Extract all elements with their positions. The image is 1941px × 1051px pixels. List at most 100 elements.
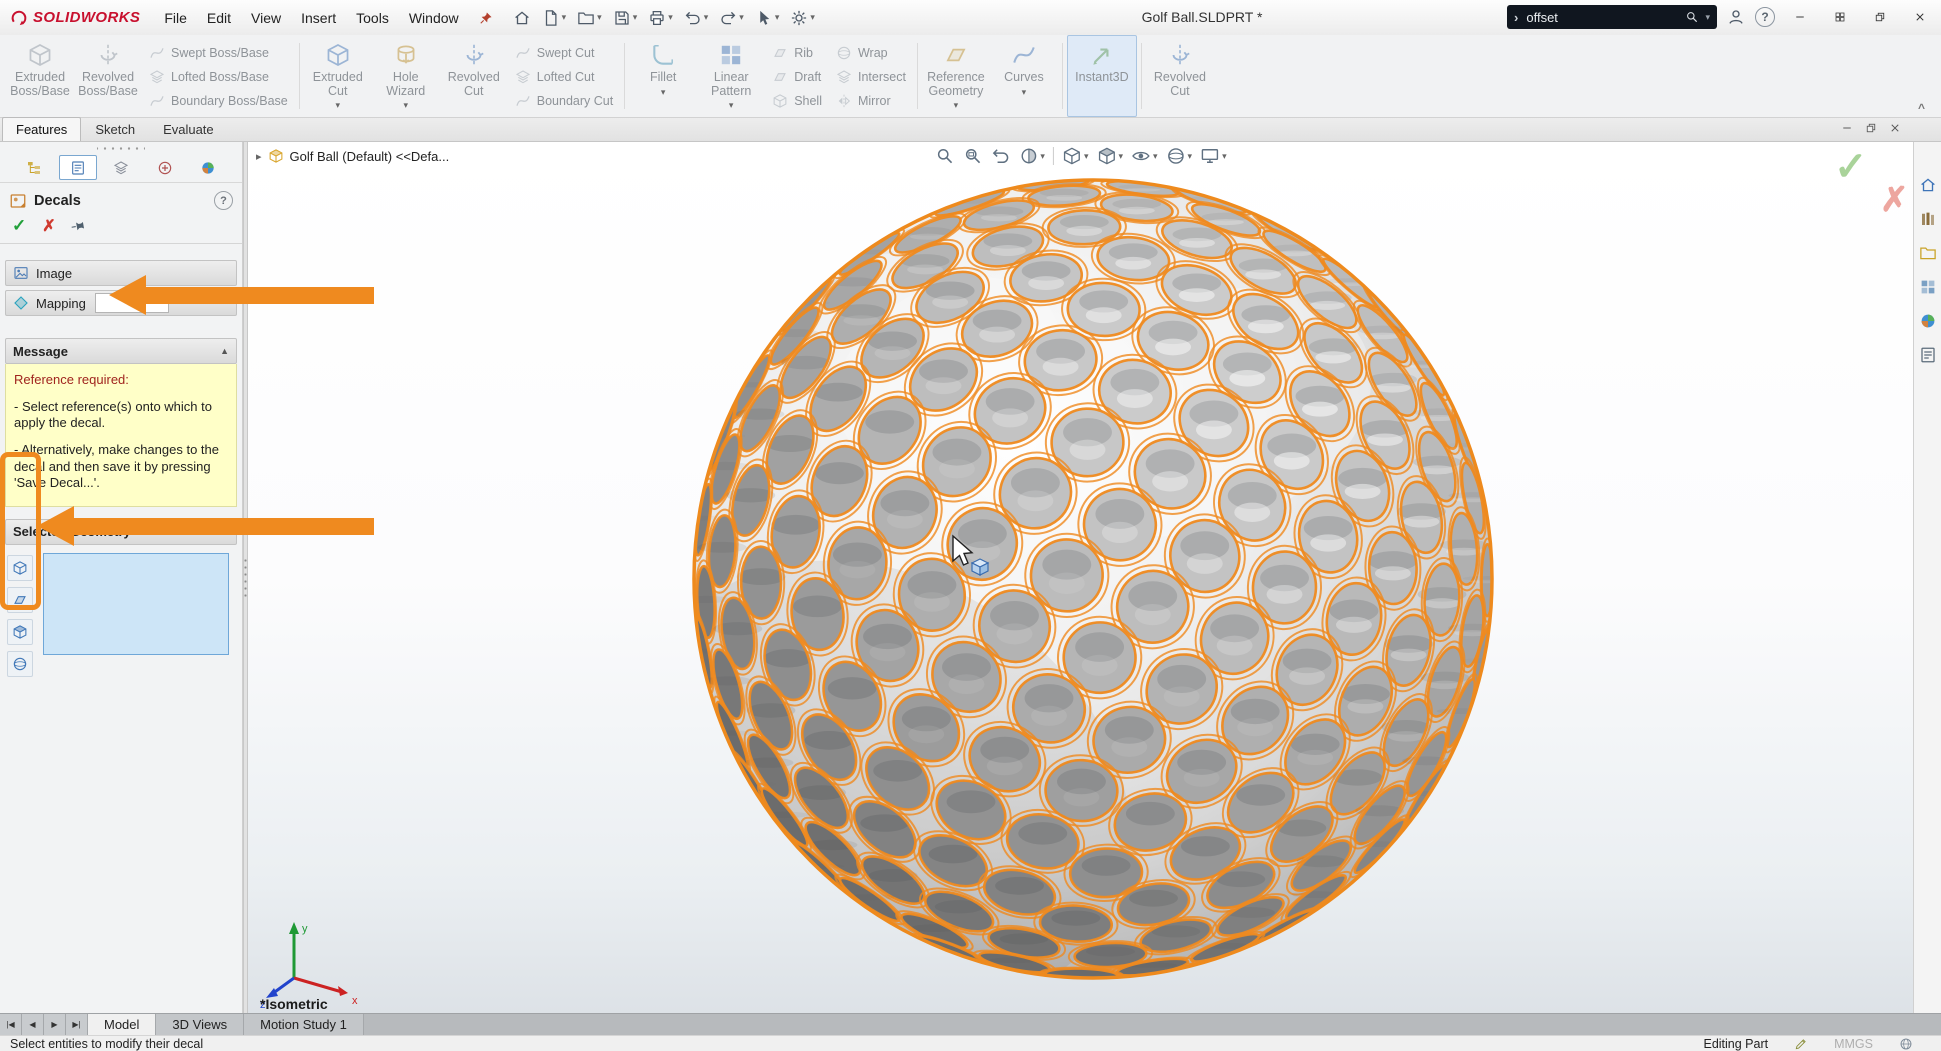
ribbon-button-reference-geometry[interactable]: Reference Geometry ▾ [922,35,990,117]
golf-ball-canvas[interactable] [248,142,1913,1013]
group-message-header[interactable]: Message ▲ [5,338,237,364]
custom-properties-tab[interactable] [1919,346,1937,364]
appearances-tab[interactable] [1919,312,1937,330]
tab-feature-manager[interactable] [15,155,53,180]
tab-sketch[interactable]: Sketch [81,117,149,141]
restore-button[interactable] [1865,6,1895,28]
ribbon-button-linear-pattern[interactable]: Linear Pattern ▾ [697,35,765,117]
doc-minimize-icon[interactable] [1841,122,1853,134]
zoom-to-fit-button[interactable] [934,146,954,166]
tab-3d-views[interactable]: 3D Views [156,1014,244,1035]
view-settings-button[interactable]: ▾ [1200,146,1227,166]
help-button[interactable]: ? [1755,7,1775,27]
minimize-button[interactable] [1785,6,1815,28]
collapse-chevron-icon[interactable]: ▲ [220,346,229,356]
select-bodies-button[interactable] [7,619,33,645]
ribbon-button-revolved-cut-2[interactable]: Revolved Cut [1146,35,1214,117]
cancel-button[interactable]: ✗ [42,216,55,236]
divider-handle[interactable] [244,557,247,597]
search-input[interactable] [1524,9,1679,26]
menu-window[interactable]: Window [399,6,469,30]
tab-evaluate[interactable]: Evaluate [149,117,228,141]
tab-scroll-next-button[interactable]: ▶ [44,1014,66,1035]
save-button[interactable]: ▾ [609,6,642,30]
breadcrumb[interactable]: ▸ Golf Ball (Default) <<Defa... [256,148,449,164]
menu-tools[interactable]: Tools [346,6,399,30]
ribbon-button-revolved-cut[interactable]: Revolved Cut [440,35,508,117]
tab-scroll-last-button[interactable]: ▶| [66,1014,88,1035]
open-button[interactable]: ▾ [573,6,606,30]
menu-view[interactable]: View [241,6,291,30]
ok-button[interactable]: ✓ [12,216,26,236]
ribbon-button-intersect[interactable]: Intersect [831,65,911,88]
ribbon-button-boundary-cut[interactable]: Boundary Cut [510,89,618,112]
doc-close-icon[interactable] [1889,122,1901,134]
tab-motion-study[interactable]: Motion Study 1 [244,1014,364,1035]
keep-visible-pin-button[interactable] [69,216,88,235]
panel-help-button[interactable]: ? [214,191,233,210]
units-selector[interactable]: MMGS [1834,1037,1873,1051]
layout-grid-button[interactable] [1825,6,1855,28]
print-button[interactable]: ▾ [644,6,677,30]
user-account-button[interactable] [1727,8,1745,26]
tab-property-manager[interactable] [59,155,97,180]
panel-splitter-handle[interactable] [97,146,145,151]
section-view-button[interactable]: ▾ [1018,146,1045,166]
confirmation-corner-ok[interactable]: ✓ [1834,144,1868,190]
confirmation-corner-cancel[interactable]: ✗ [1880,180,1909,220]
previous-view-button[interactable] [990,146,1010,166]
menu-insert[interactable]: Insert [291,6,346,30]
graphics-viewport[interactable]: ▸ Golf Ball (Default) <<Defa... ▾ ▾ ▾ ▾ … [248,142,1913,1013]
ribbon-button-extruded-boss[interactable]: Extruded Boss/Base [6,35,74,117]
file-explorer-tab[interactable] [1919,244,1937,262]
undo-button[interactable]: ▾ [680,6,713,30]
ribbon-button-swept-boss[interactable]: Swept Boss/Base [144,41,293,64]
tab-display-manager[interactable] [189,155,227,180]
menu-pin-icon[interactable] [479,11,493,25]
breadcrumb-expand-icon[interactable]: ▸ [256,150,262,163]
ribbon-button-revolved-boss[interactable]: Revolved Boss/Base [74,35,142,117]
view-palette-tab[interactable] [1919,278,1937,296]
zoom-to-area-button[interactable] [962,146,982,166]
tab-scroll-prev-button[interactable]: ◀ [22,1014,44,1035]
display-style-button[interactable]: ▾ [1096,146,1123,166]
select-all-button[interactable] [7,651,33,677]
view-orientation-button[interactable]: ▾ [1062,146,1089,166]
resources-tab[interactable] [1919,176,1937,194]
new-document-button[interactable]: ▾ [538,6,571,30]
ribbon-button-hole-wizard[interactable]: Hole Wizard ▾ [372,35,440,117]
ribbon-button-instant3d[interactable]: Instant3D [1067,35,1137,117]
edit-appearance-button[interactable]: ▾ [1166,146,1193,166]
search-box[interactable]: › ▾ [1507,5,1717,29]
ribbon-button-rib[interactable]: Rib [767,41,827,64]
ribbon-collapse-icon[interactable]: ^ [1918,101,1925,115]
ribbon-button-lofted-cut[interactable]: Lofted Cut [510,65,618,88]
ribbon-button-lofted-boss[interactable]: Lofted Boss/Base [144,65,293,88]
redo-button[interactable]: ▾ [715,6,748,30]
tab-configuration-manager[interactable] [102,155,140,180]
search-dropdown-icon[interactable]: ▾ [1705,13,1710,22]
ribbon-button-extruded-cut[interactable]: Extruded Cut ▾ [304,35,372,117]
tab-features[interactable]: Features [2,117,81,141]
selection-listbox[interactable] [43,553,229,655]
ribbon-button-wrap[interactable]: Wrap [831,41,911,64]
home-button[interactable] [509,6,535,30]
tab-scroll-first-button[interactable]: |◀ [0,1014,22,1035]
hide-show-items-button[interactable]: ▾ [1131,146,1158,166]
globe-icon[interactable] [1899,1037,1913,1051]
ribbon-button-curves[interactable]: Curves ▾ [990,35,1058,117]
ribbon-button-mirror[interactable]: Mirror [831,89,911,112]
tab-dimxpert-manager[interactable] [146,155,184,180]
doc-restore-icon[interactable] [1865,122,1877,134]
search-icon[interactable] [1685,10,1699,24]
menu-file[interactable]: File [154,6,197,30]
menu-edit[interactable]: Edit [197,6,241,30]
select-tool-button[interactable]: ▾ [751,6,784,30]
breadcrumb-label[interactable]: Golf Ball (Default) <<Defa... [290,149,450,164]
ribbon-button-fillet[interactable]: Fillet ▾ [629,35,697,117]
ribbon-button-swept-cut[interactable]: Swept Cut [510,41,618,64]
ribbon-button-draft[interactable]: Draft [767,65,827,88]
ribbon-button-boundary-boss[interactable]: Boundary Boss/Base [144,89,293,112]
ribbon-button-shell[interactable]: Shell [767,89,827,112]
close-button[interactable] [1905,6,1935,28]
